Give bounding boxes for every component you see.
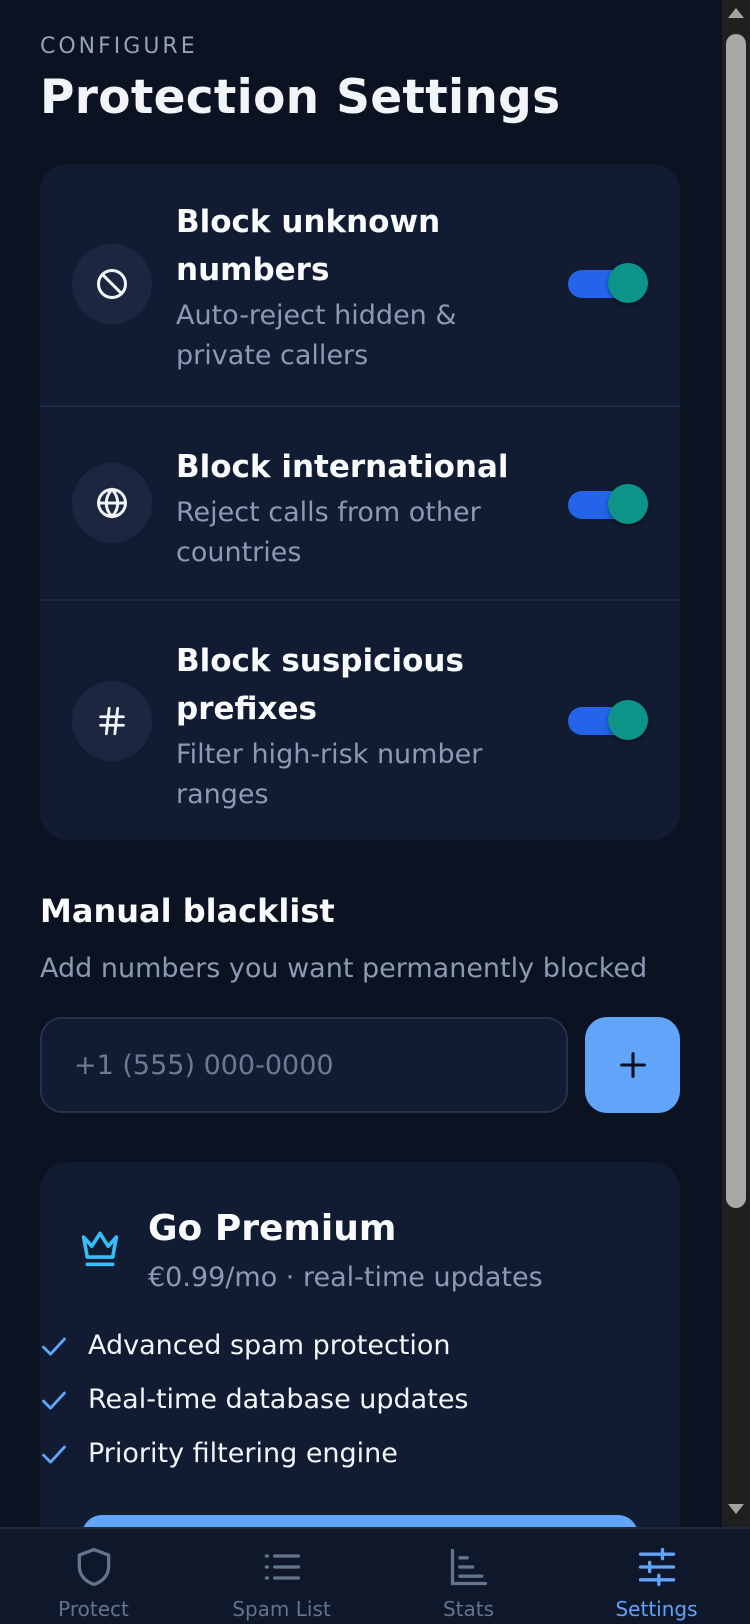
scroll-up-arrow-icon[interactable] — [728, 8, 744, 18]
add-number-button[interactable] — [585, 1017, 680, 1113]
setting-row-block-unknown: Block unknown numbers Auto-reject hidden… — [40, 164, 680, 405]
check-icon — [42, 1337, 66, 1356]
nav-label: Spam List — [232, 1597, 331, 1621]
setting-row-block-international: Block international Reject calls from ot… — [40, 405, 680, 599]
crown-icon — [81, 1231, 119, 1267]
setting-title: Block suspicious prefixes — [176, 643, 464, 727]
blacklist-title: Manual blacklist — [40, 892, 335, 930]
bar-chart-icon — [450, 1548, 487, 1586]
check-icon — [42, 1445, 66, 1464]
block-icon — [72, 244, 152, 324]
premium-feature: Priority filtering engine — [40, 1438, 398, 1469]
nav-item-spam-list[interactable]: Spam List — [188, 1529, 375, 1624]
setting-title: Block unknown numbers — [176, 204, 441, 288]
premium-subtitle: €0.99/mo · real-time updates — [148, 1262, 543, 1293]
toggle-knob — [608, 484, 648, 524]
list-icon — [264, 1554, 300, 1580]
premium-feature-label: Priority filtering engine — [88, 1438, 398, 1469]
premium-feature-label: Real-time database updates — [88, 1384, 469, 1415]
setting-row-block-prefixes: Block suspicious prefixes Filter high-ri… — [40, 599, 680, 840]
setting-description: Auto-reject hidden & private callers — [176, 300, 457, 371]
block-unknown-toggle[interactable] — [568, 263, 648, 303]
globe-icon — [72, 463, 152, 543]
premium-cta-button[interactable] — [82, 1515, 638, 1527]
toggle-knob — [608, 700, 648, 740]
setting-title: Block international — [176, 449, 509, 485]
nav-label: Settings — [615, 1597, 698, 1621]
nav-item-stats[interactable]: Stats — [375, 1529, 562, 1624]
page-eyebrow: CONFIGURE — [40, 34, 198, 59]
premium-feature-label: Advanced spam protection — [88, 1330, 451, 1361]
scroll-down-arrow-icon[interactable] — [728, 1504, 744, 1514]
premium-title: Go Premium — [148, 1208, 397, 1249]
page-scrollbar[interactable] — [722, 0, 750, 1527]
blacklist-description: Add numbers you want permanently blocked — [40, 953, 648, 984]
toggle-knob — [608, 263, 648, 303]
settings-screen: CONFIGURE Protection Settings Block unkn… — [0, 0, 722, 1527]
premium-feature: Real-time database updates — [40, 1384, 469, 1415]
check-icon — [42, 1391, 66, 1410]
shield-icon — [77, 1547, 110, 1587]
nav-label: Stats — [442, 1597, 495, 1621]
protection-settings-card: Block unknown numbers Auto-reject hidden… — [40, 164, 680, 840]
nav-item-settings[interactable]: Settings — [563, 1529, 750, 1624]
scrollbar-thumb[interactable] — [726, 34, 746, 1208]
block-international-toggle[interactable] — [568, 484, 648, 524]
sliders-icon — [638, 1547, 675, 1587]
setting-description: Reject calls from other countries — [176, 497, 481, 568]
hash-icon — [72, 681, 152, 761]
blacklist-number-input[interactable] — [40, 1017, 568, 1113]
plus-icon — [619, 1052, 646, 1078]
setting-description: Filter high-risk number ranges — [176, 739, 483, 810]
nav-label: Protect — [58, 1597, 129, 1621]
page-title: Protection Settings — [40, 70, 561, 125]
nav-item-protect[interactable]: Protect — [0, 1529, 187, 1624]
block-prefixes-toggle[interactable] — [568, 700, 648, 740]
premium-feature: Advanced spam protection — [40, 1330, 451, 1361]
bottom-nav: Protect Spam List Stats Settings — [0, 1527, 750, 1624]
